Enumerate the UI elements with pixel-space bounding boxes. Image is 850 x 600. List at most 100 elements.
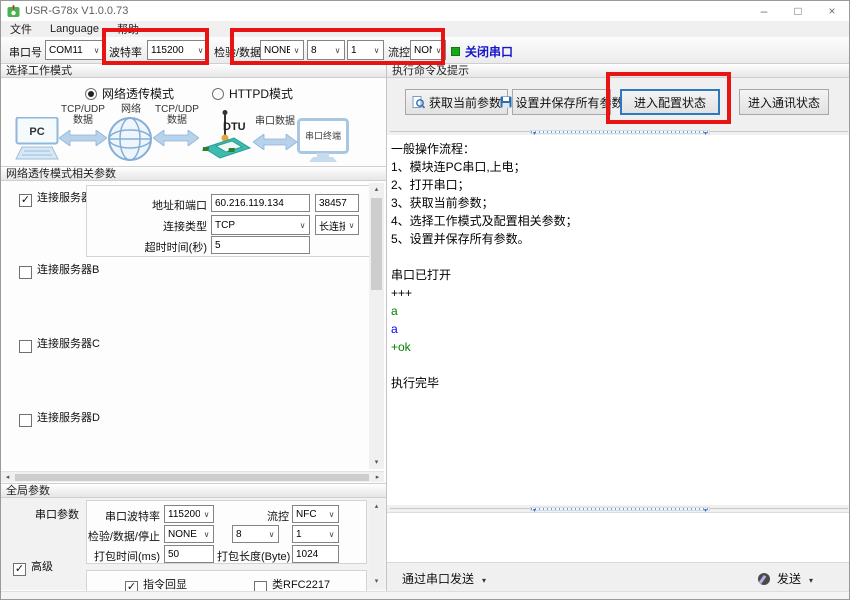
com-port-select[interactable]: COM11∨ — [45, 40, 104, 60]
packlen-label: 打包长度(Byte) — [217, 548, 289, 564]
window-title: USR-G78x V1.0.0.73 — [25, 5, 128, 17]
terminal-line: 4、选择工作模式及配置相关参数； — [391, 212, 847, 230]
conn-type-select[interactable]: TCP∨ — [211, 215, 310, 235]
terminal-line: 5、设置并保存所有参数。 — [391, 230, 847, 248]
radio-transparent-mode[interactable]: 网络透传模式 — [85, 85, 174, 102]
send-input-area[interactable] — [387, 512, 850, 562]
scroll-left-icon[interactable]: ◂ — [1, 472, 14, 483]
serial-params-label: 串口参数 — [19, 506, 79, 522]
right-panel: 执行命令及提示 获取当前参数 设置并保存所有参数 进 — [386, 63, 850, 591]
get-params-button[interactable]: 获取当前参数 — [405, 89, 508, 115]
enter-comm-button[interactable]: 进入通讯状态 — [739, 89, 829, 115]
net-params-vertical-scrollbar[interactable]: ▴ ▾ — [369, 183, 384, 469]
global-params-vertical-scrollbar[interactable]: ▴ ▾ — [369, 500, 384, 588]
g-parity-label: 检验/数据/停止 — [87, 528, 160, 544]
keepalive-select[interactable]: 长连接∨ — [315, 215, 359, 235]
terminal-line: a — [391, 302, 847, 320]
save-params-button[interactable]: 设置并保存所有参数 — [512, 89, 611, 115]
left-panel: 选择工作模式 网络透传模式 HTTPD模式 TCP/UDP数据 网络 TCP/U… — [1, 63, 386, 591]
app-window: USR-G78x V1.0.0.73 – □ × 文件 Language 帮助 … — [0, 0, 850, 600]
scroll-down-icon[interactable]: ▾ — [369, 456, 384, 469]
parity-select[interactable]: NONE∨ — [260, 40, 304, 60]
terminal-line: +++ — [391, 284, 847, 302]
menu-help[interactable]: 帮助 — [108, 21, 148, 37]
com-port-label: 串口号 — [9, 44, 42, 60]
svg-text:PC: PC — [29, 126, 44, 138]
net-params-horizontal-scrollbar[interactable]: ◂ ▸ — [1, 471, 384, 482]
terminal-output[interactable]: 一般操作流程：1、模块连PC串口,上电；2、打开串口；3、获取当前参数；4、选择… — [387, 135, 850, 505]
server-a-port-input[interactable] — [315, 194, 359, 212]
packtime-input[interactable] — [164, 545, 214, 563]
terminal-line: 2、打开串口； — [391, 176, 847, 194]
scroll-up-icon[interactable]: ▴ — [369, 500, 384, 513]
terminal-line: +ok — [391, 338, 847, 356]
scroll-up-icon[interactable]: ▴ — [369, 183, 384, 196]
chevron-down-icon: ∨ — [325, 510, 338, 519]
g-parity-select[interactable]: NONE∨ — [164, 525, 214, 543]
close-port-button[interactable]: 关闭串口 — [451, 43, 513, 60]
server-c-checkbox[interactable]: ✓连接服务器C — [19, 335, 100, 353]
dtu-icon — [198, 108, 254, 162]
terminal-line: 1、模块连PC串口,上电； — [391, 158, 847, 176]
terminal-bottom-splitter[interactable]: ▾ ▾ — [387, 505, 850, 512]
global-params-body: 串口参数 串口波特率 115200∨ 流控 NFC∨ 检验/数据/停止 NONE… — [1, 498, 386, 590]
work-mode-body: 网络透传模式 HTTPD模式 TCP/UDP数据 网络 TCP/UDP数据 串口… — [1, 78, 386, 166]
scrollbar-thumb[interactable] — [15, 474, 369, 481]
close-port-label: 关闭串口 — [465, 43, 513, 60]
timeout-input[interactable] — [211, 236, 310, 254]
flow-label: 流控 — [388, 44, 410, 60]
arrow-dtu-terminal — [253, 134, 297, 150]
g-databits-select[interactable]: 8∨ — [232, 525, 279, 543]
exec-section-header: 执行命令及提示 — [387, 63, 850, 78]
databits-select[interactable]: 8∨ — [307, 40, 345, 60]
chevron-down-icon: ∨ — [290, 46, 303, 55]
port-status-icon — [451, 47, 460, 56]
close-button[interactable]: × — [815, 1, 849, 21]
tcpudp-data-label-2: TCP/UDP数据 — [153, 104, 201, 126]
menu-language[interactable]: Language — [41, 23, 108, 35]
scroll-down-icon[interactable]: ▾ — [369, 575, 384, 588]
server-d-checkbox[interactable]: ✓连接服务器D — [19, 409, 100, 427]
g-baud-select[interactable]: 115200∨ — [164, 505, 214, 523]
g-stopbits-select[interactable]: 1∨ — [292, 525, 339, 543]
scroll-right-icon[interactable]: ▸ — [371, 472, 384, 483]
minimize-button[interactable]: – — [747, 1, 781, 21]
pc-icon: PC — [14, 117, 60, 161]
menu-file[interactable]: 文件 — [1, 21, 41, 37]
terminal-line: a — [391, 320, 847, 338]
stopbits-select[interactable]: 1∨ — [347, 40, 384, 60]
net-params-section-header: 网络透传模式相关参数 — [1, 166, 386, 181]
server-a-address-input[interactable] — [211, 194, 310, 212]
send-button[interactable]: 发送▾ — [758, 570, 813, 587]
serial-params-group: 串口波特率 115200∨ 流控 NFC∨ 检验/数据/停止 NONE∨ — [86, 500, 367, 564]
enter-config-button[interactable]: 进入配置状态 — [620, 89, 720, 115]
arrow-network-dtu — [153, 130, 199, 146]
g-flow-select[interactable]: NFC∨ — [292, 505, 339, 523]
serial-terminal-text: 串口终端 — [305, 130, 341, 141]
baud-select[interactable]: 115200∨ — [147, 40, 208, 60]
g-flow-label: 流控 — [217, 508, 289, 524]
tcpudp-data-label-1: TCP/UDP数据 — [59, 104, 107, 126]
terminal-top-splitter[interactable]: ▾ ▾ — [387, 128, 850, 135]
serial-data-label: 串口数据 — [249, 116, 301, 127]
scrollbar-thumb[interactable] — [371, 198, 382, 290]
chevron-down-icon: ∨ — [194, 46, 207, 55]
addr-port-label: 地址和端口 — [87, 197, 207, 213]
terminal-line: 3、获取当前参数； — [391, 194, 847, 212]
send-via-serial-button[interactable]: 通过串口发送▾ — [402, 570, 486, 587]
chevron-down-icon: ∨ — [345, 221, 358, 230]
packtime-label: 打包时间(ms) — [87, 548, 160, 564]
radio-httpd-mode[interactable]: HTTPD模式 — [212, 85, 293, 102]
chevron-down-icon: ▾ — [809, 576, 813, 585]
flow-select[interactable]: NONE∨ — [410, 40, 446, 60]
chevron-down-icon: ∨ — [296, 221, 309, 230]
radio-dot — [212, 88, 224, 100]
chevron-down-icon: ∨ — [432, 46, 445, 55]
toolbar: 串口号 COM11∨ 波特率 115200∨ 检验/数据/停止 NONE∨ 8∨… — [1, 37, 849, 64]
send-bar: 通过串口发送▾ 发送▾ — [387, 562, 850, 590]
advanced-checkbox[interactable]: ✓高级 — [13, 558, 53, 576]
chevron-down-icon: ∨ — [325, 530, 338, 539]
maximize-button[interactable]: □ — [781, 1, 815, 21]
packlen-input[interactable] — [292, 545, 339, 563]
server-b-checkbox[interactable]: ✓连接服务器B — [19, 261, 99, 279]
